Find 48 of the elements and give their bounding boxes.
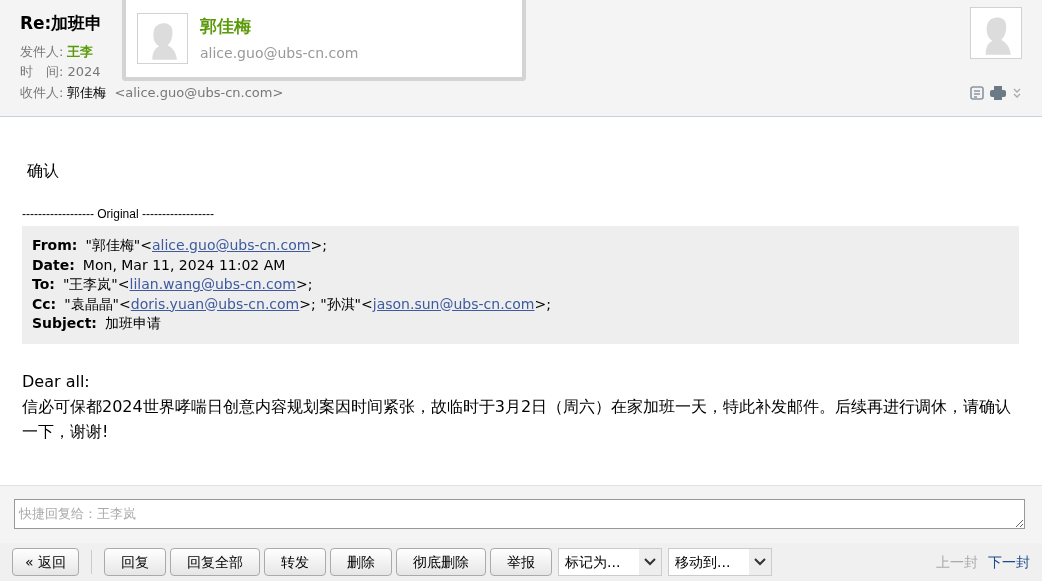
reply-text: 确认 — [27, 160, 60, 182]
sender-avatar — [970, 7, 1022, 59]
time-label: 时 间: — [20, 63, 64, 81]
message-text: 信必可保都2024世界哮喘日创意内容规划案因时间紧张，故临时于3月2日（周六）在家加班一天，特此补发邮件。后续再进行调休，请确认一下，谢谢! — [22, 395, 1013, 443]
quote-text: >; — [310, 236, 327, 255]
contact-avatar — [137, 13, 188, 64]
recipient-name[interactable]: 郭佳梅 — [67, 83, 107, 103]
recipient-email: <alice.guo@ubs-cn.com> — [114, 84, 284, 102]
quote-text: >; — [295, 275, 313, 294]
expand-icon[interactable] — [1012, 87, 1022, 99]
contact-email: alice.guo@ubs-cn.com — [200, 43, 359, 63]
email-link[interactable]: jason.sun@ubs-cn.com — [372, 294, 535, 314]
recipient-label: 收件人: — [20, 84, 64, 102]
email-subject: Re:加班申 — [20, 12, 103, 35]
dropdown[interactable]: 移动到... — [668, 548, 772, 576]
quote-text: "袁晶晶"< — [64, 294, 131, 314]
original-divider: ------------------ Original ------------------ — [22, 206, 215, 223]
toolbar-button[interactable]: 删除 — [330, 548, 392, 576]
chevron-icon — [754, 558, 766, 566]
email-link[interactable]: doris.yuan@ubs-cn.com — [130, 294, 300, 314]
quote-label: Subject: — [32, 314, 97, 333]
back-button[interactable]: « 返回 — [12, 548, 79, 576]
email-link[interactable]: alice.guo@ubs-cn.com — [152, 236, 311, 256]
chevron-icon — [644, 558, 656, 566]
quote-text: >; — [534, 294, 551, 314]
toolbar-button[interactable]: 回复 — [104, 548, 166, 576]
quote-text: "王李岚"< — [62, 275, 130, 294]
time-value: 2024 — [67, 63, 101, 81]
toolbar-button[interactable]: 转发 — [264, 548, 326, 576]
message-text: Dear all: — [22, 370, 91, 393]
sender-label: 发件人: — [20, 43, 64, 61]
note-icon[interactable] — [970, 86, 984, 100]
quote-label: Cc: — [32, 294, 57, 314]
nav-link[interactable]: 下一封 — [988, 551, 1030, 573]
dropdown[interactable]: 标记为... — [558, 548, 662, 576]
quote-label: To: — [32, 275, 55, 294]
toolbar-button[interactable]: 彻底删除 — [396, 548, 486, 576]
email-link[interactable]: lilan.wang@ubs-cn.com — [129, 275, 296, 295]
quote-text: 加班申请 — [104, 314, 161, 333]
contact-name: 郭佳梅 — [200, 14, 252, 38]
toolbar-button[interactable]: 回复全部 — [170, 548, 260, 576]
quote-text: >; "孙淇"< — [299, 294, 373, 314]
quote-text: Mon, Mar 11, 2024 11:02 AM — [82, 255, 286, 275]
quick-reply-field[interactable]: 快捷回复给：王李岚 — [14, 499, 1025, 529]
quote-label: From: — [32, 236, 78, 255]
quote-label: Date: — [32, 255, 75, 275]
toolbar-button[interactable]: 举报 — [490, 548, 552, 576]
quote-text: "郭佳梅"< — [85, 236, 152, 255]
